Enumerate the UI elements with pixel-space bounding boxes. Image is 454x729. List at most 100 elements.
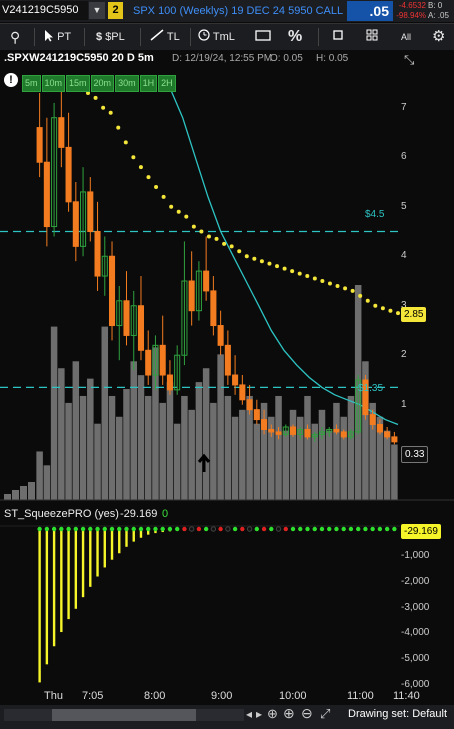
zoom-out-icon[interactable]: ⊖ (301, 705, 313, 722)
symbol-input[interactable]: V241219C5950 (0, 1, 88, 20)
volume-bar (181, 395, 188, 500)
rectangle-tool-button[interactable] (255, 24, 271, 50)
histogram-bar (38, 530, 41, 683)
squeeze-dot-green (153, 526, 158, 532)
scroll-right-icon[interactable]: ▸ (256, 707, 262, 721)
squeeze-dot-green (341, 526, 346, 532)
average-dot (184, 214, 189, 219)
time-axis-label: 8:00 (144, 690, 166, 702)
average-dot (199, 229, 204, 234)
squeeze-dot-green (124, 526, 129, 532)
timeframe-button[interactable]: 10m (41, 75, 66, 92)
timeline-tool-button[interactable]: TmL (198, 24, 235, 50)
price-chart[interactable] (0, 68, 454, 705)
squeeze-dot-green (392, 526, 397, 532)
squeeze-dot-green (203, 526, 209, 532)
average-dot (229, 244, 234, 249)
squeeze-dot-green (269, 526, 274, 532)
level-label-upper: $4.5 (365, 209, 385, 220)
squeeze-dot-red (240, 526, 245, 532)
scrollbar-thumb[interactable] (52, 709, 196, 721)
timeframe-button[interactable]: 15m (66, 75, 90, 92)
gear-icon[interactable]: ⚙ (432, 24, 445, 50)
timeframe-button[interactable]: 2H (158, 75, 176, 92)
volume-bar (275, 395, 282, 500)
toolbar-divider (34, 28, 35, 46)
histogram-bar (45, 530, 49, 665)
timeframe-button[interactable]: 30m (115, 75, 139, 92)
volume-bar (50, 326, 58, 500)
alert-icon[interactable]: ! (4, 73, 18, 87)
average-dot (191, 224, 196, 229)
zoom-fit-icon[interactable]: ⤢ (320, 706, 330, 722)
scroll-left-icon[interactable]: ◂ (246, 707, 252, 721)
average-dot (373, 303, 378, 308)
average-dot (282, 266, 287, 271)
candle-down (304, 428, 311, 438)
candle-down (72, 201, 79, 247)
squeeze-dot-red (218, 526, 223, 532)
candle-down (340, 431, 347, 438)
volume-bar (79, 395, 87, 500)
volume-bar (65, 402, 72, 500)
pointer-tool-button[interactable]: PT (44, 24, 71, 50)
candle-down (224, 344, 231, 376)
average-dot (131, 155, 136, 160)
squeeze-dot-green (80, 526, 86, 532)
histogram-bar (118, 530, 121, 554)
squeeze-dot-black (275, 526, 282, 532)
average-dot (327, 281, 332, 286)
average-dot (101, 105, 106, 110)
toolbar-divider (190, 28, 191, 46)
squeeze-dot-green (146, 526, 151, 532)
volume-bar (28, 482, 35, 500)
volume-bar (289, 409, 297, 500)
volume-bar (94, 423, 101, 500)
average-dot (123, 140, 128, 145)
timeframe-button[interactable]: 5m (22, 75, 41, 92)
average-dot (343, 286, 348, 291)
pl-tool-button[interactable]: $ $PL (96, 24, 125, 50)
squeeze-dot-green (73, 526, 79, 532)
timeframe-button[interactable]: 1H (139, 75, 158, 92)
candle-down (94, 231, 101, 277)
chart-symbol-label: .SPXW241219C5950 20 D 5m (4, 52, 154, 64)
trendline-tool-button[interactable]: TL (150, 24, 180, 50)
volume-bar (195, 382, 203, 500)
volume-bar (166, 382, 174, 500)
candle-down (232, 374, 239, 386)
average-dot (116, 125, 121, 130)
timeframe-button[interactable]: 20m (90, 75, 115, 92)
squeeze-dot-red (283, 526, 288, 532)
volume-bar (159, 402, 166, 500)
volume-bar (144, 395, 152, 500)
price-axis-label: 6 (401, 151, 407, 163)
average-dot (297, 271, 302, 276)
collapse-icon[interactable]: ⤡ (404, 52, 414, 68)
candle-down (268, 428, 275, 433)
candle-down (203, 270, 210, 292)
zoom-in-icon[interactable]: ⊕ (283, 705, 295, 722)
cursor-arrow-icon (45, 30, 53, 42)
line-tool-icon (150, 29, 164, 41)
average-dot (388, 308, 393, 313)
grid-icon (366, 29, 378, 41)
candle-down (108, 255, 116, 327)
crosshair-icon[interactable]: ⊕ (267, 706, 278, 722)
toolbar-divider (84, 28, 85, 46)
link-group-badge[interactable]: 2 (108, 2, 123, 19)
squeeze-dot-green (44, 526, 50, 532)
crosshair-mode-button[interactable] (332, 24, 344, 50)
candle-down (376, 424, 383, 433)
symbol-dropdown-icon[interactable]: ▼ (89, 2, 105, 19)
percent-tool-button[interactable]: % (288, 24, 302, 50)
study-name[interactable]: ST_SqueezePRO (yes) (4, 508, 119, 520)
squeeze-dot-green (51, 526, 57, 532)
squeeze-dot-green (327, 526, 332, 532)
study-axis-label: -4,000 (401, 627, 430, 639)
all-button[interactable]: All (401, 24, 411, 50)
grid-layout-button[interactable] (366, 24, 378, 50)
pin-icon[interactable]: ⚲ (10, 24, 20, 50)
squeeze-dot-green (355, 526, 361, 532)
drawing-set-label[interactable]: Drawing set: Default (348, 708, 447, 720)
